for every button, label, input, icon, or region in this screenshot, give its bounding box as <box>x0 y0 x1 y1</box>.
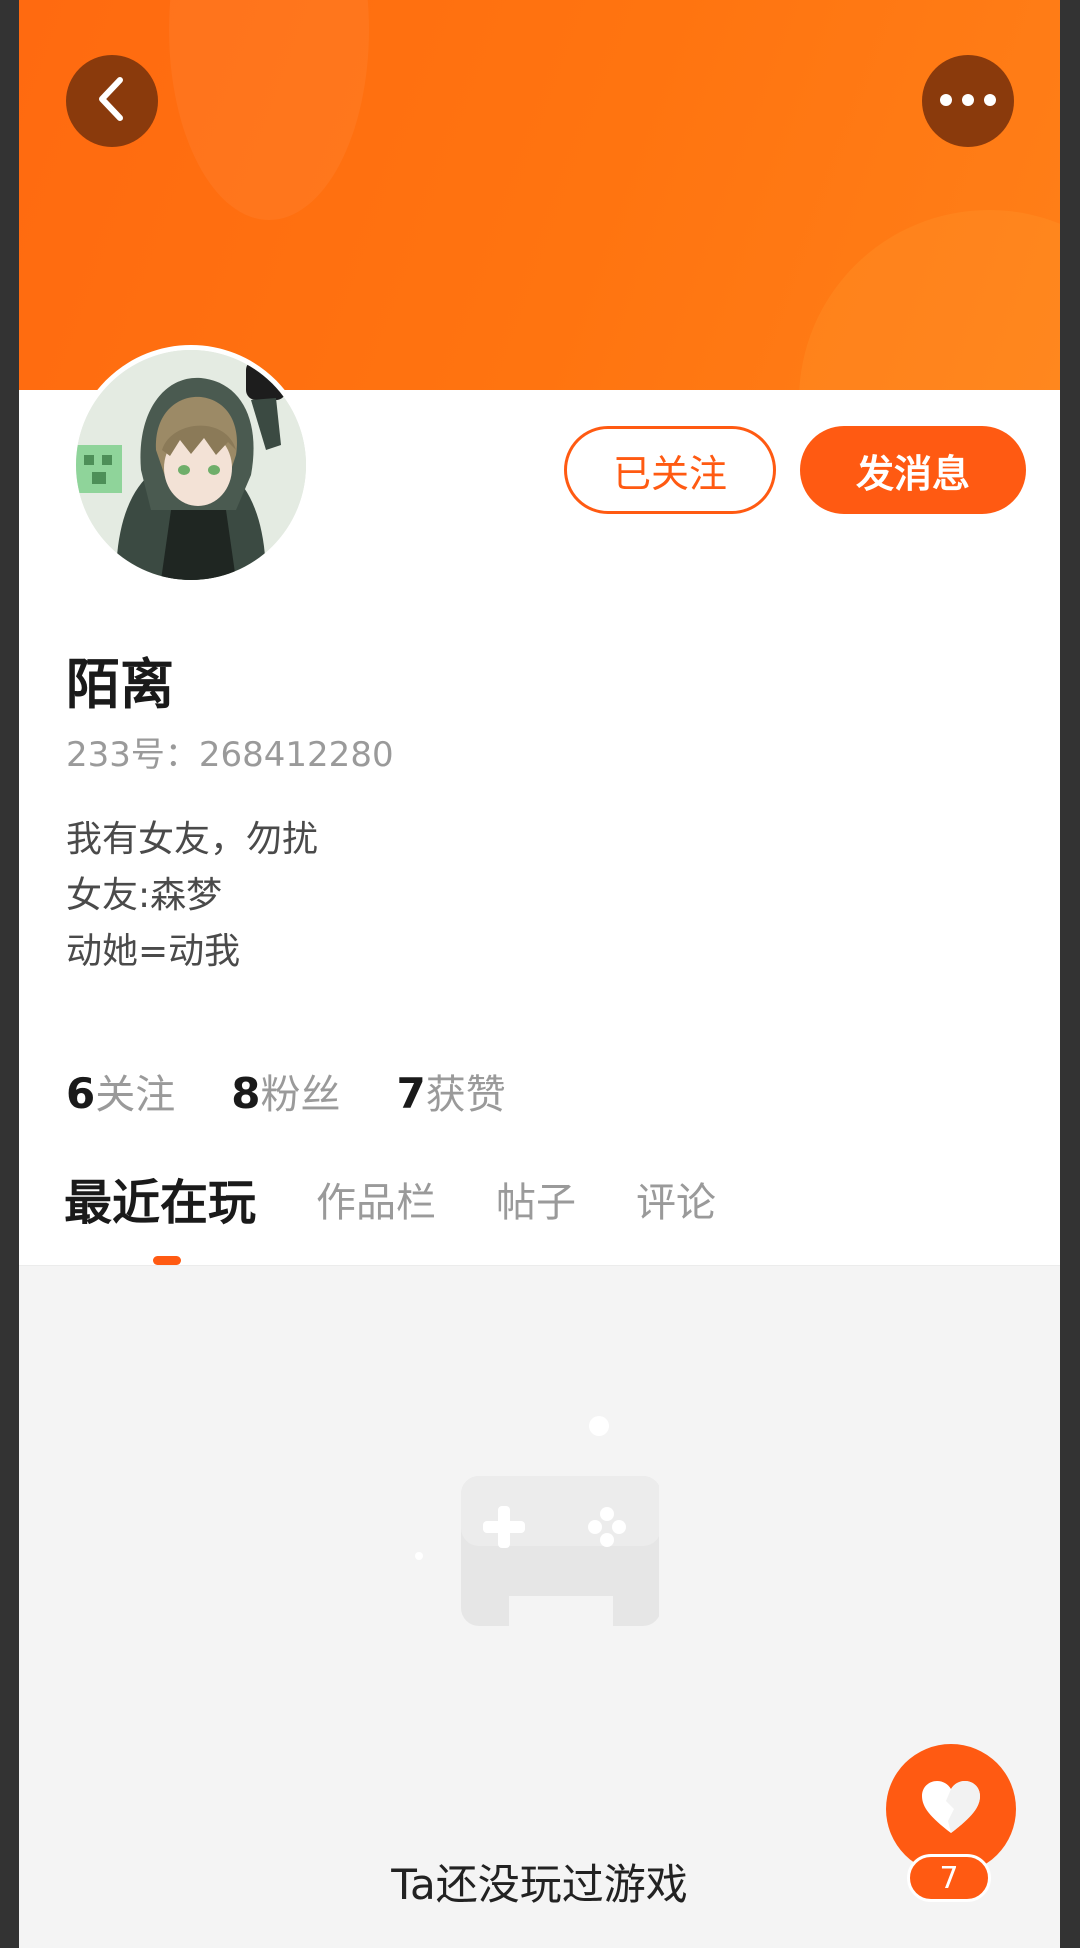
empty-state-text: Ta还没玩过游戏 <box>391 1860 688 1909</box>
stat-value: 8 <box>231 1069 261 1118</box>
profile-stats: 6 关注 8 粉丝 7 获赞 <box>66 1062 506 1120</box>
stat-label: 获赞 <box>425 1072 506 1118</box>
followers-stat[interactable]: 8 粉丝 <box>231 1062 340 1120</box>
stat-label: 关注 <box>95 1072 176 1118</box>
more-dots-icon <box>938 92 998 111</box>
user-id: 233号：268412280 <box>66 735 394 775</box>
profile-header-banner <box>19 0 1060 390</box>
tab-posts[interactable]: 帖子 <box>496 1168 576 1238</box>
stat-value: 7 <box>396 1069 426 1118</box>
avatar-image <box>76 350 306 580</box>
more-options-button[interactable] <box>922 55 1014 147</box>
follow-button[interactable]: 已关注 <box>564 426 776 514</box>
tab-comments[interactable]: 评论 <box>636 1168 716 1238</box>
avatar[interactable] <box>71 345 311 585</box>
profile-screen: 已关注 发消息 陌离 233号：268412280 我有女友，勿扰 女友:森梦 … <box>19 0 1060 1948</box>
send-message-button[interactable]: 发消息 <box>800 426 1026 514</box>
stat-label: 粉丝 <box>260 1072 341 1118</box>
back-button[interactable] <box>66 55 158 147</box>
tab-recently-played[interactable]: 最近在玩 <box>64 1168 256 1238</box>
bio-line: 女友:森梦 <box>66 875 223 916</box>
profile-name: 陌离 <box>66 653 174 716</box>
active-tab-indicator <box>153 1256 181 1265</box>
gamepad-icon <box>399 1406 661 1646</box>
like-count-badge: 7 <box>907 1854 991 1902</box>
following-stat[interactable]: 6 关注 <box>66 1062 175 1120</box>
profile-tabs: 最近在玩 作品栏 帖子 评论 <box>64 1168 776 1268</box>
chevron-left-icon <box>92 74 132 128</box>
profile-bio: 我有女友，勿扰 女友:森梦 动她=动我 <box>66 812 318 980</box>
likes-stat[interactable]: 7 获赞 <box>396 1062 505 1120</box>
banner-decoration <box>799 210 1060 390</box>
stat-value: 6 <box>66 1069 96 1118</box>
bio-line: 我有女友，勿扰 <box>66 819 319 860</box>
tab-works[interactable]: 作品栏 <box>316 1168 436 1238</box>
banner-decoration <box>169 0 369 220</box>
bio-line: 动她=动我 <box>66 931 241 972</box>
heart-icon <box>920 1779 982 1839</box>
